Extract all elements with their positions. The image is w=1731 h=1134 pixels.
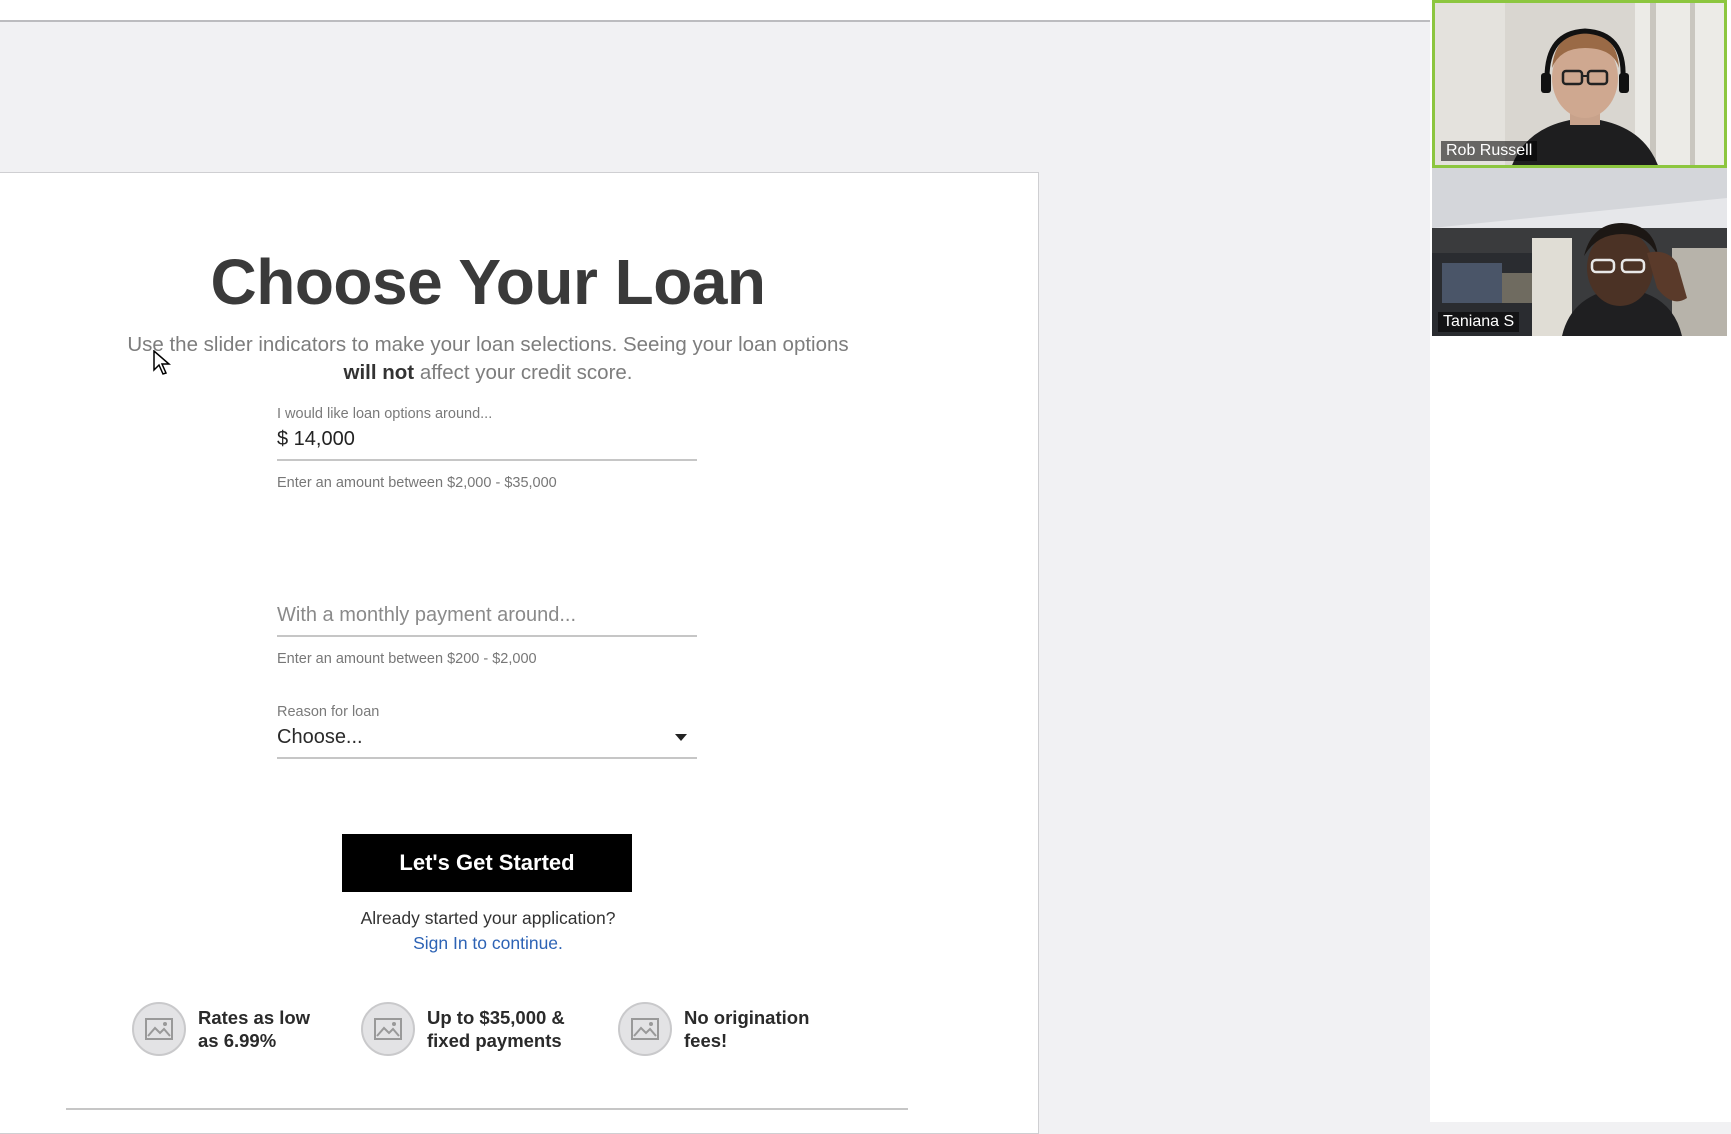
participant-name: Rob Russell — [1441, 141, 1538, 161]
monthly-payment-hint: Enter an amount between $200 - $2,000 — [277, 651, 537, 667]
feature-fees: No origination fees! — [618, 1002, 809, 1056]
loan-amount-input[interactable] — [277, 422, 697, 461]
feature-text-line: Rates as low — [198, 1007, 311, 1028]
feature-fees-text: No origination fees! — [684, 1006, 809, 1052]
loan-form-card: Choose Your Loan Use the slider indicato… — [0, 172, 1039, 1134]
page-subtitle: Use the slider indicators to make your l… — [80, 331, 896, 387]
participant-name: Taniana S — [1438, 312, 1520, 332]
image-placeholder-icon — [618, 1002, 672, 1056]
get-started-button[interactable]: Let's Get Started — [342, 834, 632, 892]
loan-amount-label: I would like loan options around... — [277, 406, 493, 422]
loan-amount-hint: Enter an amount between $2,000 - $35,000 — [277, 475, 557, 491]
page-title: Choose Your Loan — [210, 246, 767, 318]
feature-rates-text: Rates as low as 6.99% — [198, 1006, 310, 1052]
monthly-payment-input[interactable] — [277, 598, 697, 637]
reason-selected-value: Choose... — [277, 726, 363, 748]
image-placeholder-icon — [361, 1002, 415, 1056]
feature-amount-text: Up to $35,000 & fixed payments — [427, 1006, 565, 1052]
subtitle-text: Use the slider indicators to make your l… — [127, 333, 849, 356]
reason-label: Reason for loan — [277, 704, 380, 720]
image-placeholder-icon — [132, 1002, 186, 1056]
subtitle-emphasis: will not — [343, 361, 415, 384]
reason-field: Reason for loan Choose... — [277, 704, 697, 759]
feature-text-line: Up to $35,000 & — [427, 1007, 565, 1028]
monthly-payment-field: Enter an amount between $200 - $2,000 — [277, 598, 697, 667]
browser-top-bar — [0, 0, 1430, 22]
already-started-text: Already started your application? — [360, 908, 616, 928]
reason-select[interactable]: Choose... — [277, 720, 697, 759]
feature-text-line: No origination — [684, 1007, 810, 1028]
divider — [66, 1108, 908, 1110]
subtitle-text-end: affect your credit score. — [419, 361, 633, 384]
feature-text-line: fees! — [684, 1030, 728, 1051]
caret-down-icon — [675, 734, 687, 741]
feature-rates: Rates as low as 6.99% — [132, 1002, 310, 1056]
feature-text-line: as 6.99% — [198, 1030, 277, 1051]
mouse-cursor-icon — [153, 350, 171, 375]
feature-text-line: fixed payments — [427, 1030, 562, 1051]
video-tile-rob-russell[interactable]: Rob Russell — [1432, 0, 1727, 168]
participant-video-icon — [1432, 168, 1727, 336]
loan-amount-field: I would like loan options around... Ente… — [277, 406, 697, 491]
feature-amount: Up to $35,000 & fixed payments — [361, 1002, 565, 1056]
video-tile-taniana-s[interactable]: Taniana S — [1432, 168, 1727, 336]
sign-in-link[interactable]: Sign In to continue. — [0, 933, 976, 954]
